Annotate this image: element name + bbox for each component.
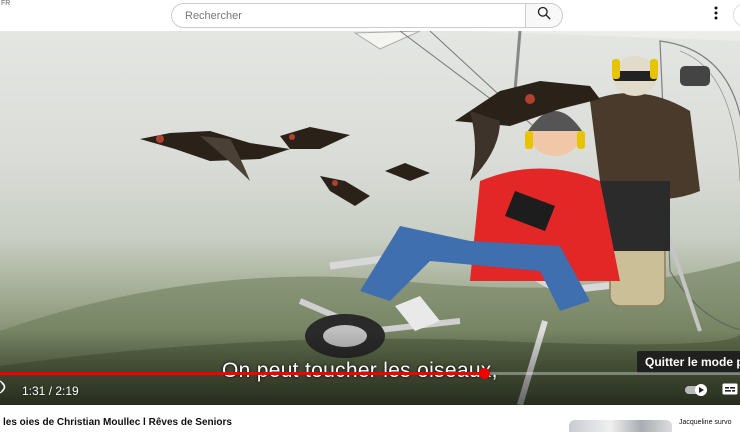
volume-button[interactable] xyxy=(0,379,10,399)
video-frame xyxy=(0,31,740,405)
masthead: FR xyxy=(0,0,740,31)
region-code: FR xyxy=(1,0,11,7)
time-display: 1:31 / 2:19 xyxy=(22,384,79,398)
duration: 2:19 xyxy=(55,384,79,398)
more-vert-icon xyxy=(714,6,718,25)
autoplay-toggle[interactable] xyxy=(685,383,711,396)
sign-in-button[interactable] xyxy=(733,3,740,27)
search-input[interactable] xyxy=(172,4,526,27)
caption-text: On peut toucher les oiseaux, xyxy=(222,359,498,382)
subtitles-button[interactable] xyxy=(722,382,738,396)
next-video-title[interactable]: Jacqueline survo xyxy=(679,419,732,426)
volume-icon xyxy=(0,379,10,399)
search-box[interactable] xyxy=(171,3,526,28)
autoplay-toggle-icon xyxy=(685,383,711,400)
fullscreen-tooltip: Quitter le mode plein écran xyxy=(637,351,740,373)
search-icon xyxy=(537,6,551,25)
search-button[interactable] xyxy=(525,3,563,28)
progress-fill xyxy=(0,372,485,375)
subtitles-icon xyxy=(722,383,738,400)
current-time: 1:31 xyxy=(22,384,46,398)
more-options-button[interactable] xyxy=(709,6,723,24)
video-title: les oies de Christian Moullec l Rêves de… xyxy=(3,417,232,428)
video-player[interactable]: On peut toucher les oiseaux, Quitter le … xyxy=(0,31,740,405)
next-video-thumbnail[interactable] xyxy=(569,420,672,432)
progress-bar[interactable] xyxy=(0,368,740,379)
